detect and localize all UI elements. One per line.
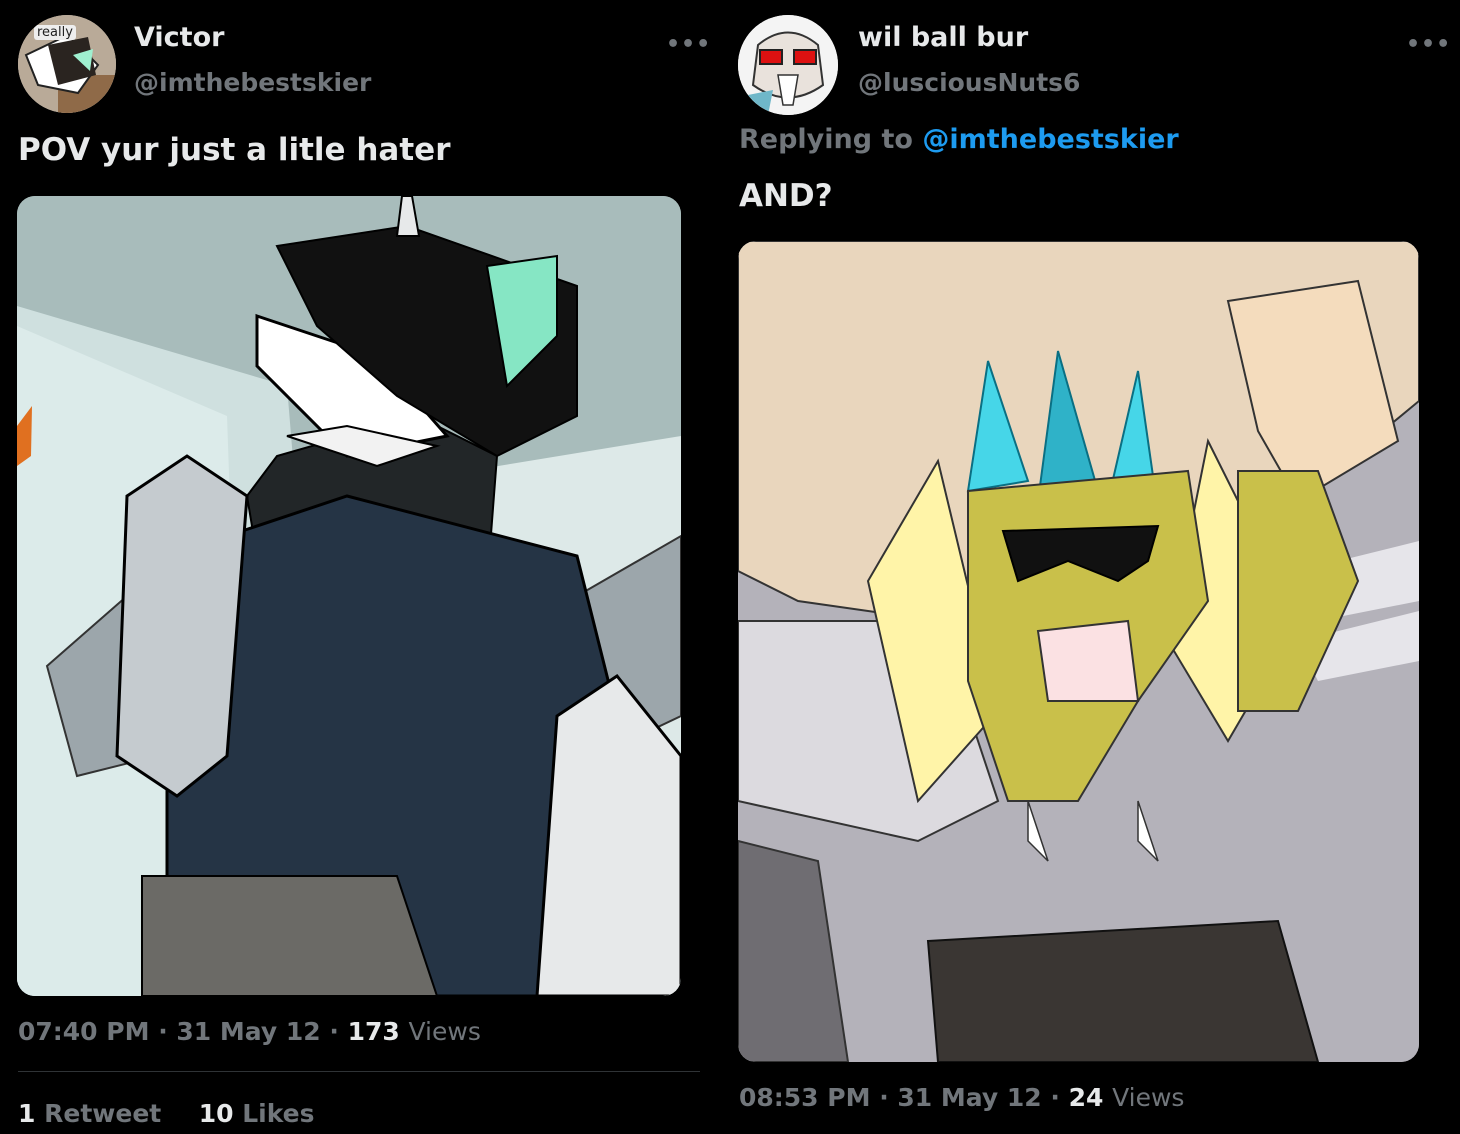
- likes-link[interactable]: 10 Likes: [199, 1099, 315, 1128]
- avatar-drawing-icon: [738, 15, 838, 115]
- replying-to-prefix: Replying to: [739, 124, 913, 155]
- tweet-timestamp[interactable]: 08:53 PM · 31 May 12 · 24 Views: [739, 1083, 1184, 1112]
- avatar[interactable]: [738, 15, 838, 115]
- more-horizontal-icon: •••: [1406, 32, 1452, 57]
- user-handle[interactable]: @lusciousNuts6: [858, 68, 1080, 97]
- tweet-right: wil ball bur @lusciousNuts6 ••• Replying…: [722, 0, 1460, 1134]
- tweet-text: POV yur just a litle hater: [18, 132, 451, 168]
- user-handle[interactable]: @imthebestskier: [134, 68, 371, 97]
- tweet-date: 31 May 12: [897, 1083, 1042, 1112]
- meta-separator: ·: [158, 1017, 177, 1046]
- meta-separator: ·: [329, 1017, 348, 1046]
- views-count: 24: [1068, 1083, 1104, 1112]
- tweet-time: 07:40 PM: [18, 1017, 150, 1046]
- display-name[interactable]: Victor: [134, 22, 224, 53]
- tweet-timestamp[interactable]: 07:40 PM · 31 May 12 · 173 Views: [18, 1017, 481, 1046]
- tweet-date: 31 May 12: [176, 1017, 321, 1046]
- character-illustration: [17, 196, 681, 996]
- views-label: Views: [408, 1017, 481, 1046]
- views-label: Views: [1112, 1083, 1185, 1112]
- tweet-stats: 1 Retweet 10 Likes: [18, 1099, 315, 1128]
- replying-to-handle-link[interactable]: @imthebestskier: [922, 124, 1178, 155]
- divider: [18, 1071, 700, 1072]
- tweet-image[interactable]: [738, 241, 1419, 1062]
- retweets-count: 1: [18, 1099, 36, 1128]
- more-options-button[interactable]: •••: [1406, 32, 1451, 57]
- tweet-text: AND?: [739, 178, 833, 214]
- tweet-left: really Victor @imthebestskier ••• POV yu…: [0, 0, 718, 1134]
- likes-count: 10: [198, 1099, 234, 1128]
- more-options-button[interactable]: •••: [666, 32, 711, 57]
- retweets-label: Retweet: [44, 1099, 162, 1128]
- display-name[interactable]: wil ball bur: [858, 22, 1028, 53]
- replying-to: Replying to @imthebestskier: [739, 124, 1179, 155]
- meta-separator: ·: [879, 1083, 898, 1112]
- avatar-badge: really: [34, 25, 76, 40]
- meta-separator: ·: [1050, 1083, 1069, 1112]
- likes-label: Likes: [242, 1099, 315, 1128]
- views-count: 173: [347, 1017, 400, 1046]
- retweets-link[interactable]: 1 Retweet: [18, 1099, 170, 1128]
- avatar[interactable]: really: [18, 15, 116, 113]
- dragon-illustration: [738, 241, 1419, 1062]
- tweet-time: 08:53 PM: [739, 1083, 871, 1112]
- more-horizontal-icon: •••: [666, 32, 712, 57]
- tweet-image[interactable]: [17, 196, 681, 996]
